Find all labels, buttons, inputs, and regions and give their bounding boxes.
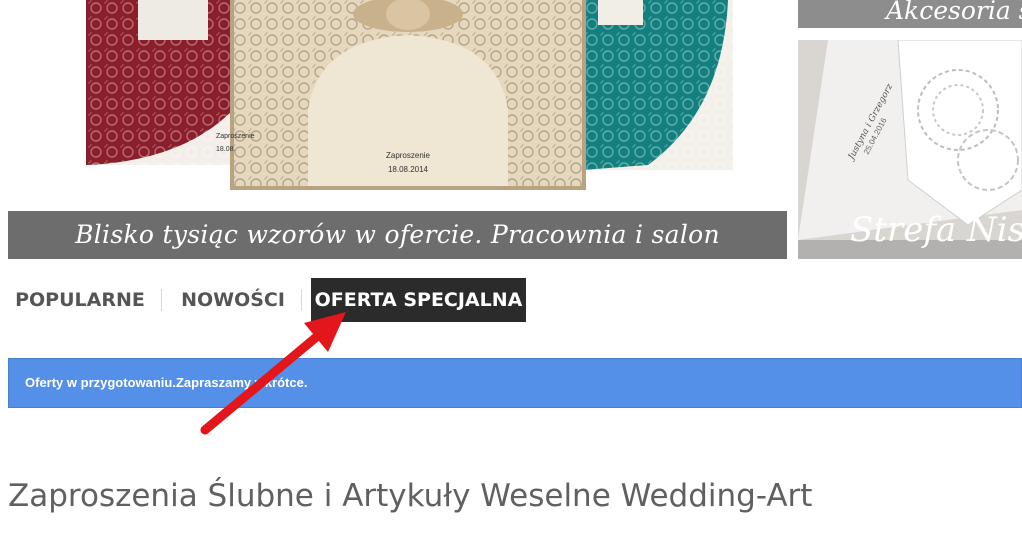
banner-caption: Blisko tysiąc wzorów w ofercie. Pracowni…: [8, 211, 787, 259]
tab-divider: [301, 289, 302, 311]
banner-card-center-line1: Zaproszenie: [386, 151, 431, 160]
intro-text: [8, 527, 1018, 533]
info-message-text: Oferty w przygotowaniu.Zapraszamy wkrótc…: [25, 375, 308, 390]
tab-special-offer[interactable]: OFERTA SPECJALNA: [311, 278, 526, 322]
tile-accessories-label: Akcesoria ślubne: [886, 0, 1022, 25]
hero-banner[interactable]: Zaproszenie 18.08. Zaproszenie 18.08.201…: [8, 0, 787, 259]
tab-new[interactable]: NOWOŚCI: [172, 278, 294, 322]
info-message-bar: Oferty w przygotowaniu.Zapraszamy wkrótc…: [8, 358, 1022, 408]
banner-card-red-line1: Zaproszenie: [216, 133, 255, 140]
banner-card-red-line2: 18.08.: [216, 146, 236, 153]
page-title: Zaproszenia Ślubne i Artykuły Weselne We…: [8, 478, 813, 514]
banner-card-center-line2: 18.08.2014: [388, 165, 429, 174]
tab-divider: [161, 289, 162, 311]
tile-accessories[interactable]: Akcesoria ślubne: [798, 0, 1022, 28]
tab-popular[interactable]: POPULARNE: [8, 278, 152, 322]
tile-low-prices-label: Strefa Niskich Cen: [850, 210, 1022, 250]
tile-low-prices[interactable]: Justyna i Grzegorz 25.04.2016 Strefa Nis…: [798, 40, 1022, 259]
banner-image: Zaproszenie 18.08. Zaproszenie 18.08.201…: [8, 0, 787, 211]
